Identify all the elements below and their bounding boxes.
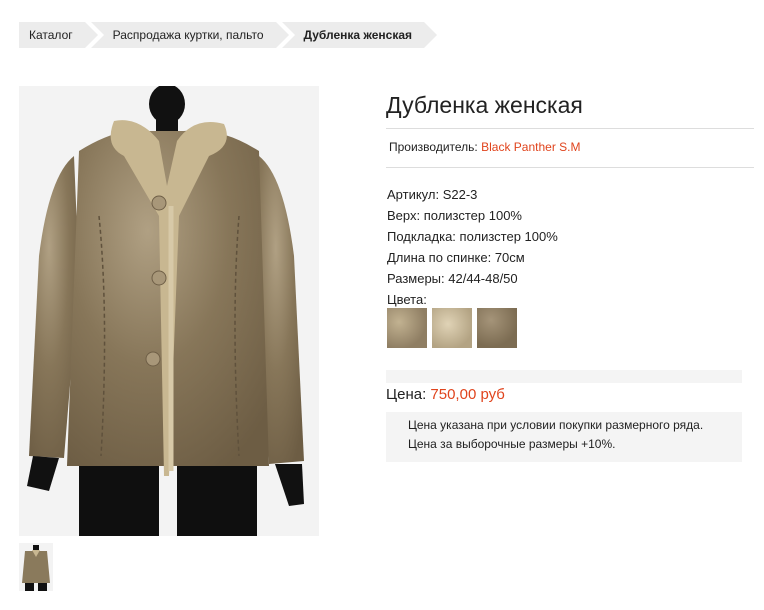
- spec-lining: Подкладка: полизстер 100%: [387, 229, 558, 244]
- product-specs: Артикул: S22-3 Верх: полизстер 100% Подк…: [387, 184, 558, 310]
- price-note-line: Цена указана при условии покупки размерн…: [408, 418, 704, 432]
- spec-outer: Верх: полизстер 100%: [387, 208, 522, 223]
- product-title: Дубленка женская: [386, 92, 583, 118]
- manufacturer-link[interactable]: Black Panther S.M: [481, 140, 580, 154]
- spec-colors-label: Цвета:: [387, 292, 427, 307]
- price-band: [386, 370, 742, 383]
- price: Цена: 750,00 руб: [386, 386, 505, 403]
- color-swatch[interactable]: [477, 308, 517, 348]
- manufacturer: Производитель: Black Panther S.M: [389, 140, 580, 154]
- coat-illustration: [19, 86, 319, 536]
- price-value: 750,00 руб: [430, 386, 505, 403]
- color-swatch[interactable]: [387, 308, 427, 348]
- divider: [386, 128, 754, 129]
- color-swatch[interactable]: [432, 308, 472, 348]
- breadcrumb-sale-jackets[interactable]: Распродажа куртки, пальто: [90, 22, 289, 48]
- spec-sku: Артикул: S22-3: [387, 187, 478, 202]
- product-thumbnail[interactable]: [19, 543, 53, 591]
- product-main-image[interactable]: [19, 86, 319, 536]
- spec-length: Длина по спинке: 70см: [387, 250, 525, 265]
- price-note-line: Цена за выборочные размеры +10%.: [408, 437, 616, 451]
- breadcrumb-catalog[interactable]: Каталог: [19, 22, 98, 48]
- manufacturer-label: Производитель:: [389, 140, 478, 154]
- breadcrumb: Каталог Распродажа куртки, пальто Дублен…: [19, 22, 437, 48]
- coat-thumbnail-illustration: [19, 543, 53, 591]
- color-swatches: [387, 308, 517, 348]
- price-label: Цена:: [386, 386, 427, 403]
- price-note: Цена указана при условии покупки размерн…: [386, 412, 742, 462]
- divider: [386, 167, 754, 168]
- spec-sizes: Размеры: 42/44-48/50: [387, 271, 518, 286]
- breadcrumb-current: Дубленка женская: [281, 22, 437, 48]
